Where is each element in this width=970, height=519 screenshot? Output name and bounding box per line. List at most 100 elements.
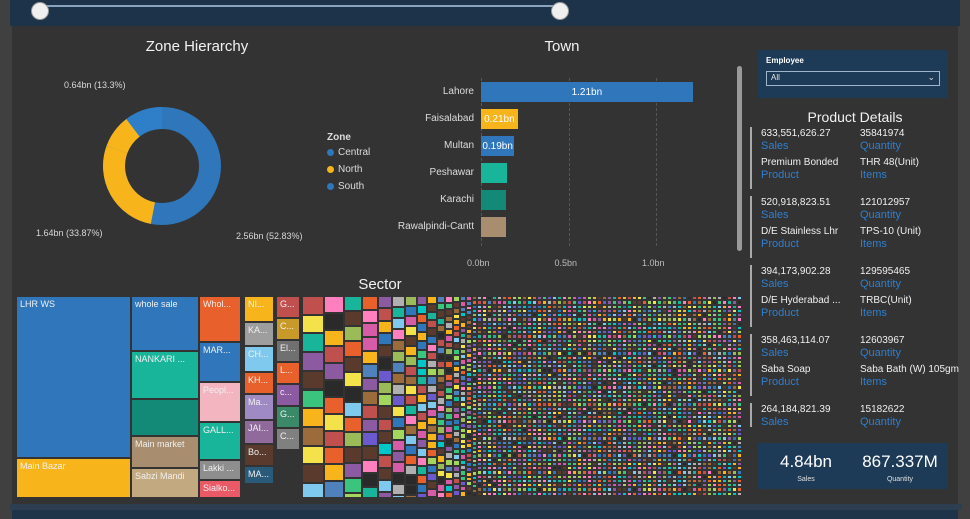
treemap-cell[interactable]: [427, 489, 437, 498]
treemap-cell[interactable]: [427, 328, 437, 337]
sector-treemap[interactable]: LHR WS Main Bazar whole sale NANKARI ... Mai…: [16, 296, 744, 500]
treemap-cell[interactable]: [377, 381, 393, 395]
treemap-cell[interactable]: [445, 400, 453, 407]
treemap-cell[interactable]: G...: [276, 296, 300, 318]
treemap-cell[interactable]: [405, 494, 417, 498]
treemap-cell[interactable]: [416, 385, 428, 395]
treemap-cell[interactable]: [427, 456, 437, 466]
treemap-cell[interactable]: GALL...: [199, 422, 241, 460]
treemap-cell[interactable]: [377, 357, 393, 370]
treemap-cell[interactable]: [392, 472, 406, 484]
town-bar[interactable]: [481, 163, 508, 183]
treemap-cell[interactable]: [416, 456, 428, 466]
treemap-cell[interactable]: [436, 448, 446, 456]
treemap-cell[interactable]: [324, 430, 344, 448]
treemap-cell[interactable]: [405, 395, 417, 406]
treemap-cell[interactable]: [392, 395, 406, 407]
treemap-cell[interactable]: [436, 324, 446, 333]
product-detail-card[interactable]: 633,551,626.27 35841974 Sales Quantity Premi…: [750, 127, 950, 189]
town-bar[interactable]: [481, 217, 506, 237]
treemap-cell[interactable]: [405, 415, 417, 426]
treemap-cell[interactable]: [343, 477, 362, 493]
town-bar[interactable]: 1.21bn: [481, 82, 693, 102]
treemap-cell[interactable]: [436, 353, 446, 362]
treemap-cell[interactable]: [436, 375, 446, 383]
treemap-cell[interactable]: [436, 390, 446, 398]
treemap-cell[interactable]: [436, 462, 446, 470]
visual-scrollbar[interactable]: [737, 66, 742, 251]
treemap-cell[interactable]: [392, 494, 406, 498]
product-detail-card[interactable]: 264,184,821.39 15182622 Sales Quantity: [750, 403, 950, 428]
treemap-cell[interactable]: [436, 317, 446, 325]
treemap-cell[interactable]: [361, 350, 378, 365]
treemap-cell[interactable]: [427, 384, 437, 393]
treemap-cell[interactable]: [377, 467, 393, 481]
treemap-cell[interactable]: [427, 352, 437, 361]
treemap-cell[interactable]: [302, 483, 324, 498]
treemap-cell[interactable]: [427, 392, 437, 401]
treemap-cell[interactable]: [405, 474, 417, 485]
treemap-cell[interactable]: El...: [276, 340, 300, 362]
treemap-cell[interactable]: [392, 384, 406, 396]
treemap-cell[interactable]: [377, 296, 393, 309]
treemap-cell[interactable]: [324, 396, 344, 414]
treemap-cell[interactable]: JAI...: [244, 420, 274, 444]
town-bar[interactable]: [481, 190, 506, 210]
treemap-cell[interactable]: [436, 346, 446, 354]
treemap-cell[interactable]: [405, 355, 417, 366]
treemap-cell[interactable]: [405, 464, 417, 475]
treemap-cell[interactable]: [445, 361, 453, 368]
treemap-cell[interactable]: [445, 335, 453, 342]
treemap-cell[interactable]: [405, 345, 417, 356]
treemap-cell[interactable]: [416, 412, 428, 422]
treemap-cell[interactable]: [405, 375, 417, 386]
treemap-cell[interactable]: [405, 305, 417, 316]
treemap-cell[interactable]: MAR...: [199, 342, 241, 382]
treemap-cell[interactable]: [436, 477, 446, 485]
treemap-cell[interactable]: [343, 386, 362, 403]
treemap-cell[interactable]: [445, 426, 453, 433]
treemap-cell[interactable]: [427, 400, 437, 409]
treemap-cell[interactable]: Sabzi Mandi: [131, 468, 199, 498]
treemap-cell[interactable]: [436, 361, 446, 369]
treemap-cell[interactable]: [436, 469, 446, 478]
treemap-cell[interactable]: [445, 445, 453, 453]
treemap-cell[interactable]: [436, 411, 446, 420]
treemap-cell[interactable]: [427, 416, 437, 425]
treemap-cell[interactable]: [302, 333, 324, 353]
treemap-cell[interactable]: G...: [276, 406, 300, 428]
treemap-cell[interactable]: [427, 440, 437, 449]
treemap-cell[interactable]: KA...: [244, 322, 274, 346]
treemap-cell[interactable]: Main market: [131, 436, 199, 468]
donut-slice-north-upper[interactable]: [106, 119, 141, 154]
treemap-cell[interactable]: [392, 307, 406, 319]
treemap-cell[interactable]: [445, 315, 453, 323]
treemap-cell[interactable]: [741, 496, 744, 498]
treemap-cell[interactable]: [392, 351, 406, 363]
treemap-cell[interactable]: [436, 433, 446, 441]
treemap-cell[interactable]: [427, 448, 437, 457]
treemap-cell[interactable]: [436, 426, 446, 434]
treemap-cell[interactable]: [361, 323, 378, 337]
treemap-cell[interactable]: [436, 397, 446, 405]
treemap-cell[interactable]: [416, 340, 428, 350]
treemap-cell[interactable]: [416, 439, 428, 449]
treemap-cell[interactable]: [377, 369, 393, 382]
treemap-cell[interactable]: [436, 382, 446, 391]
treemap-cell[interactable]: [377, 418, 393, 431]
treemap-cell[interactable]: [361, 418, 378, 433]
treemap-cell[interactable]: [377, 406, 393, 419]
town-bar[interactable]: 0.19bn: [481, 136, 515, 156]
treemap-cell[interactable]: [416, 367, 428, 377]
treemap-cell[interactable]: CH...: [244, 346, 274, 372]
treemap-cell[interactable]: [416, 349, 428, 359]
treemap-cell[interactable]: [392, 318, 406, 330]
treemap-cell[interactable]: [302, 426, 324, 446]
treemap-cell[interactable]: [427, 344, 437, 353]
treemap-cell[interactable]: [361, 432, 378, 446]
treemap-cell[interactable]: [405, 405, 417, 416]
treemap-cell[interactable]: [416, 304, 428, 314]
treemap-cell[interactable]: [427, 497, 437, 500]
treemap-cell[interactable]: [405, 296, 417, 306]
treemap-cell[interactable]: [416, 376, 428, 386]
